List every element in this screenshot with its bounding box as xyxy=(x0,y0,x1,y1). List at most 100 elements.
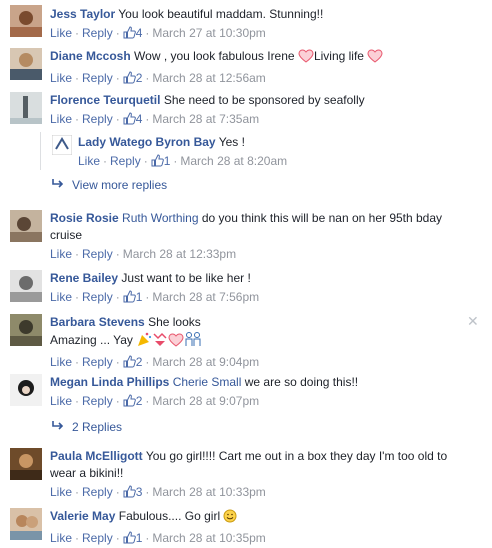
like-link[interactable]: Like xyxy=(50,355,72,369)
commenter-name[interactable]: Valerie May xyxy=(50,509,115,523)
reply-link[interactable]: Reply xyxy=(82,531,113,545)
comment-text: Just want to be like her ! xyxy=(121,271,251,285)
separator: · xyxy=(75,247,80,261)
thumbs-up-icon[interactable] xyxy=(123,71,136,88)
comment-text-line2: Amazing ... Yay xyxy=(50,333,133,347)
separator: · xyxy=(145,531,150,545)
separator: · xyxy=(145,71,150,85)
timestamp[interactable]: March 28 at 7:56pm xyxy=(152,290,259,304)
reply-link[interactable]: Reply xyxy=(82,71,113,85)
avatar[interactable] xyxy=(10,92,42,124)
replies-label[interactable]: 2 Replies xyxy=(72,420,122,434)
commenter-name[interactable]: Diane Mccosh xyxy=(50,49,131,63)
reply-link[interactable]: Reply xyxy=(82,394,113,408)
avatar[interactable] xyxy=(10,210,42,242)
party-popper-icon xyxy=(136,331,152,352)
separator: · xyxy=(145,112,150,126)
smiley-icon xyxy=(223,509,237,528)
comment-text: You go girl!!!! Cart me out in a box the… xyxy=(145,449,448,463)
avatar[interactable] xyxy=(10,508,42,540)
reply-arrow-icon xyxy=(52,178,64,192)
separator: · xyxy=(103,154,108,168)
separator: · xyxy=(145,26,150,40)
timestamp[interactable]: March 28 at 10:33pm xyxy=(152,485,265,499)
timestamp[interactable]: March 28 at 10:35pm xyxy=(152,531,265,545)
separator: · xyxy=(115,290,120,304)
commenter-name[interactable]: Paula McElligott xyxy=(50,449,143,463)
thumbs-up-icon[interactable] xyxy=(123,26,136,43)
separator: · xyxy=(75,485,80,499)
avatar[interactable] xyxy=(52,135,72,155)
comment-text: Living life xyxy=(313,49,364,63)
separator: · xyxy=(75,112,80,126)
commenter-name[interactable]: Rene Bailey xyxy=(50,271,118,285)
avatar[interactable] xyxy=(10,314,42,346)
like-link[interactable]: Like xyxy=(50,71,72,85)
avatar[interactable] xyxy=(10,48,42,80)
avatar[interactable] xyxy=(10,374,42,406)
reply-link[interactable]: Reply xyxy=(82,26,113,40)
separator: · xyxy=(145,485,150,499)
mentioned-user[interactable]: Cherie Small xyxy=(173,375,242,389)
separator: · xyxy=(75,531,80,545)
thumbs-up-icon[interactable] xyxy=(151,154,164,171)
separator: · xyxy=(115,247,120,261)
reply-link[interactable]: Reply xyxy=(82,355,113,369)
like-link[interactable]: Like xyxy=(50,112,72,126)
separator: · xyxy=(75,71,80,85)
commenter-name[interactable]: Florence Teurquetil xyxy=(50,93,160,107)
reply-link[interactable]: Reply xyxy=(82,112,113,126)
separator: · xyxy=(143,154,148,168)
commenter-name[interactable]: Jess Taylor xyxy=(50,7,115,21)
reply-link[interactable]: Reply xyxy=(82,247,113,261)
comment-text: Fabulous.... Go girl xyxy=(118,509,221,523)
comment-text: She looks xyxy=(148,315,201,329)
comment: Florence Teurquetil She need to be spons… xyxy=(0,90,492,132)
comment: Rene Bailey Just want to be like her ! L… xyxy=(0,268,492,310)
thumbs-up-icon[interactable] xyxy=(123,485,136,502)
thumbs-up-icon[interactable] xyxy=(123,290,136,307)
separator: · xyxy=(173,154,178,168)
like-link[interactable]: Like xyxy=(50,394,72,408)
reply-arrow-icon xyxy=(52,420,64,434)
timestamp[interactable]: March 27 at 10:30pm xyxy=(152,26,265,40)
reply-link[interactable]: Reply xyxy=(82,290,113,304)
thumbs-up-icon[interactable] xyxy=(123,394,136,411)
like-link[interactable]: Like xyxy=(50,290,72,304)
like-link[interactable]: Like xyxy=(50,531,72,545)
comment: Jess Taylor You look beautiful maddam. S… xyxy=(0,4,492,44)
close-icon[interactable]: ✕ xyxy=(467,313,479,330)
avatar[interactable] xyxy=(10,448,42,480)
thumbs-up-icon[interactable] xyxy=(123,355,136,372)
reply-link[interactable]: Reply xyxy=(110,154,141,168)
commenter-name[interactable]: Megan Linda Phillips xyxy=(50,375,169,389)
reply-link[interactable]: Reply xyxy=(82,485,113,499)
thumbs-up-icon[interactable] xyxy=(123,112,136,129)
view-more-replies-label[interactable]: View more replies xyxy=(72,178,167,192)
timestamp[interactable]: March 28 at 9:04pm xyxy=(152,355,259,369)
timestamp[interactable]: March 28 at 12:56am xyxy=(152,71,265,85)
like-link[interactable]: Like xyxy=(50,247,72,261)
like-link[interactable]: Like xyxy=(50,485,72,499)
commenter-name[interactable]: Barbara Stevens xyxy=(50,315,145,329)
comment: Diane Mccosh Wow , you look fabulous Ire… xyxy=(0,46,492,88)
avatar[interactable] xyxy=(10,270,42,302)
thumbs-up-icon[interactable] xyxy=(123,531,136,548)
comment-text: do you think this will be nan on her 95t… xyxy=(201,211,443,225)
timestamp[interactable]: March 28 at 12:33pm xyxy=(123,247,236,261)
commenter-name[interactable]: Rosie Rosie xyxy=(50,211,119,225)
avatar[interactable] xyxy=(10,5,42,37)
commenter-name[interactable]: Lady Watego Byron Bay xyxy=(78,135,216,149)
separator: · xyxy=(145,290,150,304)
timestamp[interactable]: March 28 at 8:20am xyxy=(180,154,287,168)
comment-text-line2: wear a bikini!! xyxy=(50,466,124,480)
mentioned-user[interactable]: Ruth Worthing xyxy=(122,211,198,225)
timestamp[interactable]: March 28 at 7:35am xyxy=(152,112,259,126)
comment-text: She need to be sponsored by seafolly xyxy=(163,93,365,107)
replies-link[interactable]: 2 Replies xyxy=(52,420,122,434)
timestamp[interactable]: March 28 at 9:07pm xyxy=(152,394,259,408)
view-more-replies-link[interactable]: View more replies xyxy=(52,178,167,192)
heart-icon xyxy=(298,49,314,68)
like-link[interactable]: Like xyxy=(50,26,72,40)
like-link[interactable]: Like xyxy=(78,154,100,168)
